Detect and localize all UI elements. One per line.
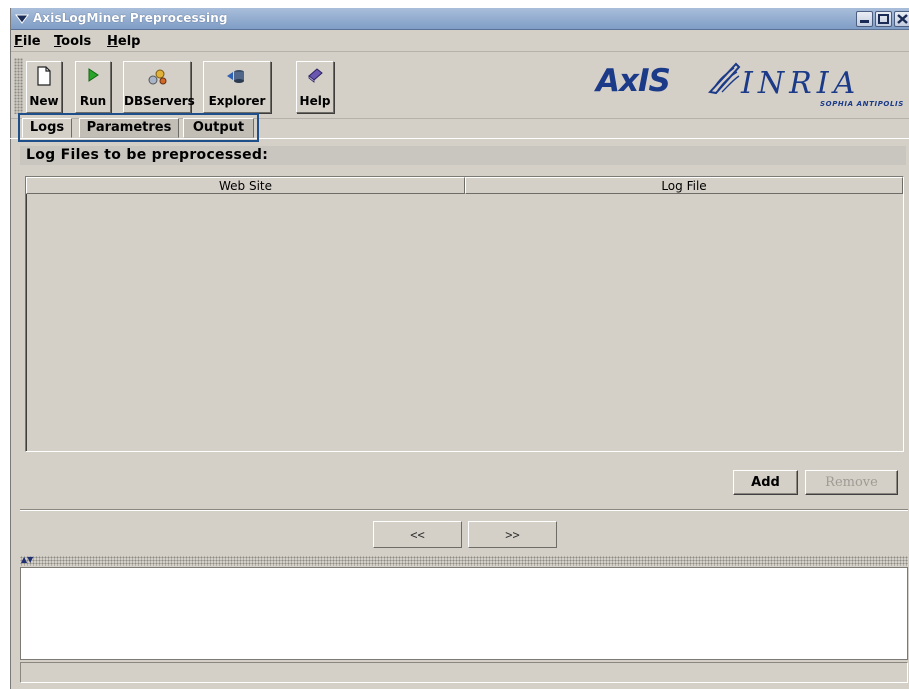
log-files-table[interactable]: Web Site Log File — [25, 176, 904, 452]
menu-bar: File Tools Help — [11, 30, 909, 52]
window-menu-icon[interactable] — [15, 12, 29, 26]
toolbar-grip[interactable] — [14, 58, 23, 114]
inria-logo: INRIA — [741, 66, 861, 101]
dbservers-button[interactable]: DBServers — [123, 61, 195, 113]
log-files-title: Log Files to be preprocessed: — [26, 147, 269, 163]
new-file-icon — [37, 66, 51, 86]
maximize-button[interactable] — [875, 11, 892, 27]
help-button-label: Help — [299, 94, 331, 108]
maximize-icon — [878, 14, 889, 24]
remove-button[interactable]: Remove — [805, 470, 898, 495]
separator — [20, 509, 908, 511]
menu-tools-label: ools — [61, 34, 92, 49]
add-button[interactable]: Add — [733, 470, 798, 495]
column-header-web-site[interactable]: Web Site — [26, 177, 465, 194]
minimize-icon — [860, 20, 869, 23]
status-bar — [20, 662, 908, 683]
menu-help-mnemonic: H — [107, 34, 118, 49]
axis-logo: AxIS — [596, 63, 671, 99]
forward-button[interactable]: >> — [468, 521, 557, 548]
menu-file-label: ile — [22, 34, 41, 49]
run-button-label: Run — [79, 94, 107, 108]
menu-file[interactable]: File — [14, 34, 41, 49]
run-button[interactable]: Run — [75, 61, 111, 113]
tabs-highlight-box — [18, 113, 259, 142]
back-button[interactable]: << — [373, 521, 462, 548]
split-pane-divider[interactable] — [20, 556, 908, 566]
dbservers-icon — [148, 69, 167, 85]
menu-file-mnemonic: F — [14, 34, 23, 49]
output-console[interactable] — [20, 567, 908, 660]
close-button[interactable] — [894, 11, 909, 27]
explorer-button-label: Explorer — [208, 94, 266, 108]
menu-tools[interactable]: Tools — [54, 34, 91, 49]
inria-logo-mark — [708, 62, 741, 95]
sophia-antipolis-text: SOPHIA ANTIPOLIS — [820, 100, 904, 108]
title-bar[interactable]: AxisLogMiner Preprocessing — [11, 8, 909, 30]
close-icon — [897, 14, 908, 24]
menu-help-label: elp — [117, 34, 141, 49]
menu-help[interactable]: Help — [107, 34, 140, 49]
window-title: AxisLogMiner Preprocessing — [33, 11, 228, 25]
minimize-button[interactable] — [856, 11, 873, 27]
help-book-icon — [308, 68, 323, 83]
explorer-button[interactable]: Explorer — [203, 61, 271, 113]
dbservers-button-label: DBServers — [124, 94, 195, 108]
split-arrows-icon[interactable]: ▲▼ — [21, 555, 33, 564]
run-icon — [88, 68, 99, 82]
help-button[interactable]: Help — [296, 61, 334, 113]
new-button-label: New — [29, 94, 59, 108]
column-header-log-file[interactable]: Log File — [465, 177, 903, 194]
explorer-icon — [227, 70, 244, 83]
new-button[interactable]: New — [26, 61, 62, 113]
